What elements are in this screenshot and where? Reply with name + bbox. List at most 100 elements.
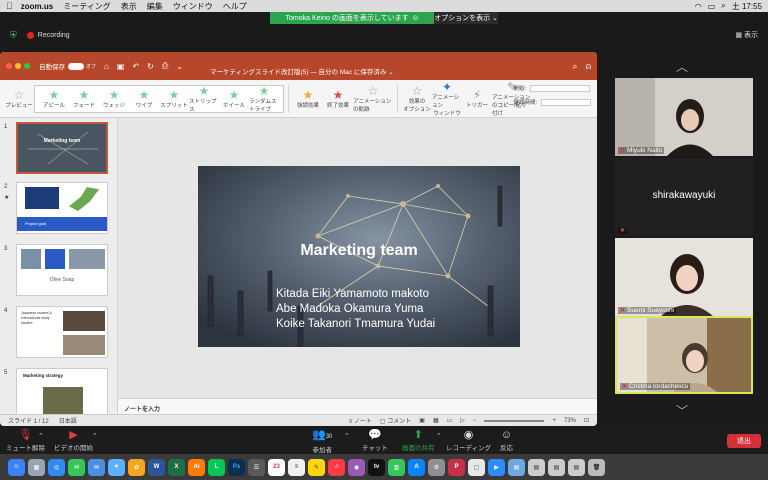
document-stack-icon[interactable]: ▤ — [568, 458, 585, 476]
share-screen-button[interactable]: ⬆ 画面の共有 — [402, 428, 435, 452]
menu-edit[interactable]: 編集 — [147, 1, 163, 12]
slide-title[interactable]: Marketing team — [198, 242, 520, 260]
redo-icon[interactable]: ↻ — [147, 62, 154, 71]
document-stack-icon[interactable]: ▤ — [548, 458, 565, 476]
safari-icon[interactable]: ◎ — [48, 458, 65, 476]
illustrator-icon[interactable]: Ai — [188, 458, 205, 476]
effect-options-button[interactable]: ☆ 効果の オプション — [402, 85, 432, 113]
zoom-level[interactable]: 73% — [564, 418, 576, 424]
effect-wheel[interactable]: ★ ホイール — [219, 89, 249, 109]
sorter-view-icon[interactable]: ▦ — [433, 417, 439, 424]
slide-thumbnail-4[interactable]: Japanese student & International study s… — [16, 306, 108, 358]
video-options-chevron-icon[interactable]: ⌃ — [92, 432, 98, 440]
excel-icon[interactable]: X — [168, 458, 185, 476]
home-icon[interactable]: ⌂ — [104, 62, 109, 71]
share-person-icon[interactable]: ⍝ — [586, 61, 591, 72]
emphasis-button[interactable]: ★ 強調効果 — [293, 89, 323, 109]
numbers-icon[interactable]: ▥ — [388, 458, 405, 476]
search-icon[interactable]: ⌕ — [721, 1, 725, 11]
finder-icon[interactable]: ☺ — [8, 458, 25, 476]
photoshop-icon[interactable]: Ps — [228, 458, 245, 476]
slide-thumbnail-3[interactable]: Olive Soap — [16, 244, 108, 296]
photos-icon[interactable]: ✿ — [128, 458, 145, 476]
scroll-down-chevron-icon[interactable]: ﹀ — [676, 402, 688, 419]
music-icon[interactable]: ♫ — [328, 458, 345, 476]
slide-thumbnail-1[interactable]: Marketing team — [16, 122, 108, 174]
customize-toolbar-icon[interactable]: ⌄ — [176, 62, 183, 71]
launchpad-icon[interactable]: ▦ — [28, 458, 45, 476]
preview-icon[interactable]: ▢ — [468, 458, 485, 476]
view-button[interactable]: ▦ 表示 — [735, 30, 758, 40]
slide-thumbnail-5[interactable]: Marketing strategy — [16, 368, 108, 414]
participant-tile-2[interactable]: shirakawayuki ✖ — [615, 158, 753, 236]
notes-toggle[interactable]: ≡ ノート — [349, 416, 372, 425]
security-shield-icon[interactable]: ⛨ — [10, 30, 17, 41]
normal-view-icon[interactable]: ▣ — [419, 417, 425, 424]
participant-tile-1[interactable]: ✖ Miyuki Naito — [615, 78, 753, 156]
participants-options-chevron-icon[interactable]: ⌃ — [344, 432, 350, 440]
scroll-up-chevron-icon[interactable]: ︿ — [676, 58, 688, 75]
menubar-clock[interactable]: 土 17:55 — [732, 1, 762, 12]
record-button[interactable]: ◉ レコーディング — [446, 428, 491, 452]
effect-wipe[interactable]: ★ ワイプ — [129, 89, 159, 109]
audio-options-chevron-icon[interactable]: ⌃ — [38, 432, 44, 440]
system-preferences-icon[interactable]: ⚙ — [428, 458, 445, 476]
exit-effect-button[interactable]: ★ 終了効果 — [323, 89, 353, 109]
view-options-button[interactable]: オプションを表示 ⌄ — [434, 12, 498, 24]
fit-slide-icon[interactable]: ⊡ — [584, 417, 589, 424]
effect-strips[interactable]: ★ ストリップス — [189, 85, 219, 113]
effect-fade[interactable]: ★ フェード — [69, 89, 99, 109]
chat-button[interactable]: 💬 チャット — [362, 428, 388, 452]
participant-tile-3[interactable]: ✖ Suemi Sueyoshi — [615, 238, 753, 316]
trash-icon[interactable]: 🗑 — [588, 458, 605, 476]
line-icon[interactable]: L — [208, 458, 225, 476]
menu-meeting[interactable]: ミーティング — [63, 1, 111, 12]
leave-meeting-button[interactable]: 退出 — [727, 434, 761, 448]
podcasts-icon[interactable]: ◉ — [348, 458, 365, 476]
mail-icon[interactable]: ✉ — [88, 458, 105, 476]
close-window-button[interactable] — [6, 63, 12, 69]
slide-member-names[interactable]: Kitada Eiki Yamamoto makoto Abe Madoka O… — [276, 287, 435, 332]
duration-field[interactable] — [541, 99, 591, 107]
start-select[interactable] — [530, 85, 590, 93]
notes-icon[interactable]: ✎ — [308, 458, 325, 476]
apple-tv-icon[interactable]: tv — [368, 458, 385, 476]
comments-toggle[interactable]: ▢ コメント — [380, 416, 411, 425]
app-store-icon[interactable]: A — [408, 458, 425, 476]
messages-icon[interactable]: ✉ — [68, 458, 85, 476]
calendar-icon[interactable]: 23 — [268, 458, 285, 476]
menu-app-name[interactable]: zoom.us — [21, 2, 53, 11]
zoom-in-icon[interactable]: + — [552, 418, 556, 424]
motion-path-button[interactable]: ☆ アニメーションの軌跡 — [353, 85, 393, 113]
zoom-window-button[interactable] — [24, 63, 30, 69]
effect-split[interactable]: ★ スプリット — [159, 89, 189, 109]
undo-icon[interactable]: ↶ — [132, 62, 139, 71]
contacts-icon[interactable]: ☰ — [248, 458, 265, 476]
wifi-icon[interactable]: ◠ — [695, 2, 702, 11]
zoom-slider[interactable] — [484, 419, 545, 422]
print-icon[interactable]: ⎙ — [162, 61, 168, 71]
document-stack-icon[interactable]: ▤ — [528, 458, 545, 476]
trigger-button[interactable]: ⚡ トリガー — [462, 89, 492, 109]
current-slide[interactable]: Marketing team Kitada Eiki Yamamoto mako… — [198, 166, 520, 347]
reading-view-icon[interactable]: ▭ — [447, 417, 453, 424]
effect-wedge[interactable]: ★ ウェッジ — [99, 89, 129, 109]
preview-button[interactable]: ☆ プレビュー — [4, 89, 34, 109]
animation-pane-button[interactable]: ✦ アニメーション ウィンドウ — [432, 81, 462, 117]
zoom-app-icon[interactable]: ▶ — [488, 458, 505, 476]
maps-icon[interactable]: ⌖ — [108, 458, 125, 476]
reminders-icon[interactable]: ≡ — [288, 458, 305, 476]
effect-random-bars[interactable]: ★ ランダムストライプ — [249, 85, 279, 113]
language-indicator[interactable]: 日本語 — [59, 416, 77, 425]
reactions-button[interactable]: ☺ 反応 — [500, 428, 513, 452]
participant-tile-4-active-speaker[interactable]: ✖ Cristina Iordachescu — [615, 316, 753, 394]
ppt-search-icon[interactable]: ⌕ — [573, 61, 578, 72]
effect-appear[interactable]: ★ アピール — [39, 89, 69, 109]
downloads-folder-icon[interactable]: ▤ — [508, 458, 525, 476]
save-icon[interactable]: ▣ — [117, 62, 125, 71]
menu-help[interactable]: ヘルプ — [223, 1, 247, 12]
battery-icon[interactable]: ▭ — [708, 2, 716, 11]
notes-area[interactable]: ノートを入力 — [118, 398, 597, 414]
autosave-toggle[interactable] — [68, 62, 84, 70]
menu-window[interactable]: ウィンドウ — [173, 1, 213, 12]
